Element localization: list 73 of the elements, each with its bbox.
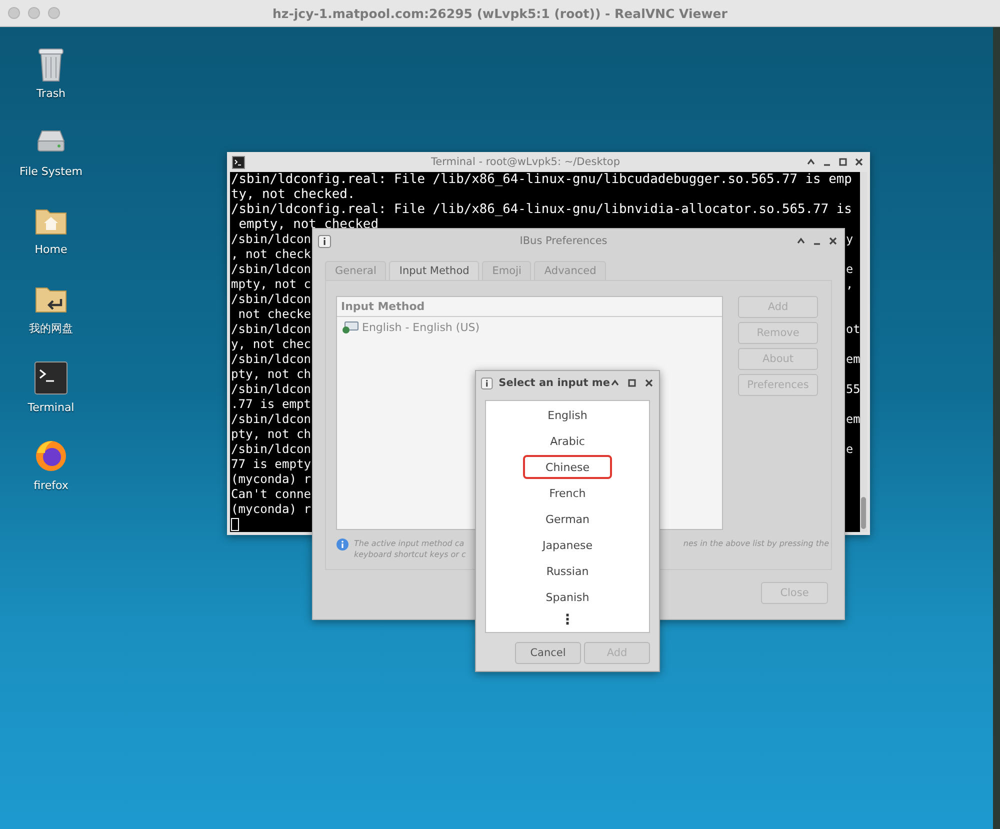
scrollbar[interactable] [860, 172, 867, 532]
keyboard-icon [341, 320, 359, 334]
terminal-line: (myconda) r [231, 472, 312, 487]
window-menu-icon[interactable] [318, 234, 331, 248]
terminal-line: Can't conne [231, 487, 312, 502]
terminal-line: 55 [846, 382, 860, 397]
language-item[interactable]: English [523, 403, 612, 427]
terminal-line: /sbin/ldcon [231, 322, 312, 337]
language-item[interactable]: Arabic [523, 429, 612, 453]
language-item[interactable]: Russian [523, 559, 612, 583]
terminal-icon[interactable] [232, 156, 245, 168]
terminal-line: /sbin/ldconfig.real: File /lib/x86_64-linux-gnu/libcudadebugger.so.565.77 is emp [231, 172, 852, 187]
close-icon[interactable] [644, 378, 654, 388]
maximize-icon[interactable] [627, 378, 637, 388]
terminal-line: e [846, 262, 854, 277]
desktop-icon-label[interactable]: firefox [34, 479, 68, 492]
terminal-icon [33, 359, 69, 397]
collapse-icon[interactable] [610, 378, 620, 388]
terminal-line: not checke [237, 307, 312, 322]
terminal-line: /sbin/ldcon [231, 232, 312, 247]
terminal-line: ty, not checked. [231, 187, 356, 202]
collapse-icon[interactable] [796, 236, 806, 246]
terminal-line: empty, not checked [238, 217, 378, 232]
terminal-line: , not check [231, 247, 312, 262]
language-item[interactable]: Japanese [523, 533, 612, 557]
terminal-line: pty, not ch [231, 427, 312, 442]
desktop-icon-label[interactable]: Trash [36, 87, 66, 100]
terminal-line: /sbin/ldcon [231, 412, 312, 427]
terminal-line: e [846, 442, 854, 457]
tab[interactable]: Input Method [389, 261, 480, 280]
maximize-icon[interactable] [838, 157, 848, 167]
desktop-icon-label[interactable]: Home [34, 243, 68, 256]
terminal-line: /sbin/ldcon [231, 442, 312, 457]
terminal-line: /sbin/ldcon [231, 292, 312, 307]
language-item[interactable]: German [523, 507, 612, 531]
window-title: hz-jcy-1.matpool.com:26295 (wLvpk5:1 (root)) - RealVNC Viewer [272, 6, 728, 20]
text-cursor [231, 518, 239, 531]
terminal-line: (myconda) r [231, 502, 312, 517]
desktop-icon-label[interactable]: File System [20, 165, 82, 178]
desktop-icon-label[interactable]: Terminal [28, 401, 74, 414]
language-item[interactable]: Chinese [523, 455, 612, 479]
collapse-icon[interactable] [806, 157, 816, 167]
terminal-line: /sbin/ldcon [231, 382, 312, 397]
terminal-line: .77 is empt [231, 397, 312, 412]
window-title: Terminal - root@wLvpk5: ~/Desktop [430, 156, 621, 168]
language-item[interactable]: French [523, 481, 612, 505]
info-icon [336, 538, 349, 551]
desktop-icon-label[interactable]: 我的网盘 [29, 321, 73, 336]
terminal-line: y [846, 232, 854, 247]
terminal-line: mpty, not c [231, 277, 312, 292]
close-icon[interactable] [854, 157, 864, 167]
terminal-line: pty, not ch [231, 367, 312, 382]
language-item[interactable]: Spanish [523, 585, 612, 609]
terminal-line: 77 is empty [231, 457, 312, 472]
dialog-title: Select an input me [498, 377, 610, 389]
terminal-line: /sbin/ldconfig.real: File /lib/x86_64-linux-gnu/libnvidia-allocator.so.565.77 is [231, 202, 852, 217]
window-title: IBus Preferences [518, 235, 608, 247]
terminal-line: /sbin/ldcon [231, 262, 312, 277]
terminal-line: em [846, 352, 860, 367]
window-menu-icon[interactable] [481, 376, 493, 390]
info-text: nes in the above list by pressing the [683, 538, 829, 549]
close-icon[interactable] [828, 236, 838, 246]
terminal-line: ot [846, 322, 860, 337]
terminal-line: em [846, 412, 860, 427]
dialog-button[interactable]: Cancel [515, 642, 581, 664]
terminal-line: /sbin/ldcon [231, 352, 312, 367]
terminal-line: , [846, 277, 854, 292]
more-button[interactable]: ⋮ [560, 611, 574, 629]
column-header: Input Method [337, 297, 722, 317]
list-item[interactable]: English - English (US) [362, 320, 480, 334]
info-text: keyboard shortcut keys or c [354, 549, 466, 560]
info-text: The active input method ca [354, 538, 464, 549]
terminal-line: y, not chec [231, 337, 312, 352]
